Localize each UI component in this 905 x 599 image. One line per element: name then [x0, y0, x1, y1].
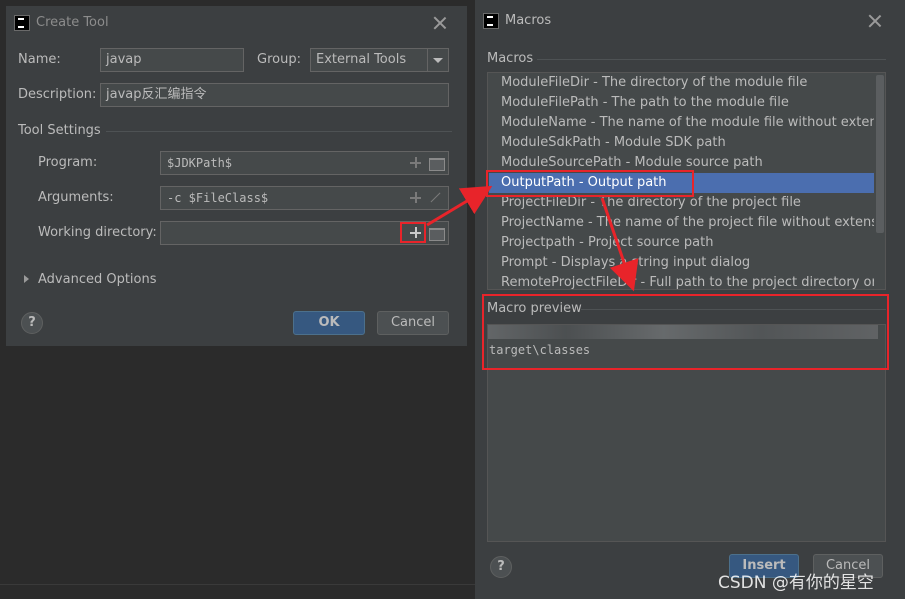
cancel-button[interactable]: Cancel — [377, 311, 449, 335]
macro-list-item[interactable]: Projectpath - Project source path — [489, 233, 874, 253]
name-field[interactable]: javap — [100, 48, 244, 72]
macro-list-item[interactable]: ProjectName - The name of the project fi… — [489, 213, 874, 233]
group-select-value: External Tools — [316, 52, 407, 67]
create-tool-dialog: Create Tool Name: javap Group: External … — [6, 6, 467, 346]
macro-list-item[interactable]: ModuleFilePath - The path to the module … — [489, 93, 874, 113]
arguments-label: Arguments: — [38, 190, 114, 205]
macro-list-item[interactable]: ModuleSdkPath - Module SDK path — [489, 133, 874, 153]
background-divider — [0, 584, 475, 585]
highlight-box-plus — [400, 222, 426, 243]
macros-section-divider — [537, 59, 886, 60]
working-directory-label: Working directory: — [38, 225, 157, 240]
create-tool-title: Create Tool — [36, 15, 109, 30]
description-label: Description: — [18, 87, 97, 102]
expand-triangle-icon[interactable] — [24, 275, 29, 283]
arguments-value: -c $FileClass$ — [167, 191, 269, 205]
group-divider — [427, 49, 428, 71]
help-button[interactable]: ? — [21, 312, 43, 334]
program-field[interactable]: $JDKPath$ — [160, 151, 449, 175]
macros-section-label: Macros — [487, 51, 534, 66]
advanced-options-toggle[interactable]: Advanced Options — [38, 272, 157, 287]
folder-icon[interactable] — [429, 228, 445, 241]
macro-list-item[interactable]: ModuleName - The name of the module file… — [489, 113, 874, 133]
macro-list-item[interactable]: RemoteProjectFileDir - Full path to the … — [489, 273, 874, 289]
close-icon[interactable] — [868, 14, 882, 28]
program-label: Program: — [38, 155, 98, 170]
ok-button[interactable]: OK — [293, 311, 365, 335]
help-button[interactable]: ? — [490, 556, 512, 578]
name-label: Name: — [18, 52, 61, 67]
insert-macro-icon[interactable] — [410, 157, 421, 168]
tool-settings-divider — [106, 131, 452, 132]
macros-title: Macros — [505, 13, 552, 28]
tool-settings-label: Tool Settings — [18, 123, 101, 138]
program-value: $JDKPath$ — [167, 156, 233, 170]
intellij-logo-icon — [483, 13, 499, 29]
group-select[interactable]: External Tools — [310, 48, 449, 72]
chevron-down-icon[interactable] — [433, 58, 443, 63]
insert-macro-icon[interactable] — [410, 192, 421, 203]
macros-scrollbar[interactable] — [876, 75, 884, 233]
highlight-box-preview — [482, 294, 889, 370]
expand-icon[interactable] — [430, 192, 441, 203]
intellij-logo-icon — [14, 15, 30, 31]
description-field[interactable]: javap反汇编指令 — [100, 83, 449, 107]
folder-icon[interactable] — [429, 158, 445, 171]
group-label: Group: — [257, 52, 301, 67]
watermark: CSDN @有你的星空 — [718, 573, 874, 593]
arguments-field[interactable]: -c $FileClass$ — [160, 186, 449, 210]
macro-list-item[interactable]: ModuleFileDir - The directory of the mod… — [489, 73, 874, 93]
highlight-box-outputpath — [486, 170, 694, 197]
close-icon[interactable] — [433, 16, 447, 30]
macro-list-item[interactable]: Prompt - Displays a string input dialog — [489, 253, 874, 273]
